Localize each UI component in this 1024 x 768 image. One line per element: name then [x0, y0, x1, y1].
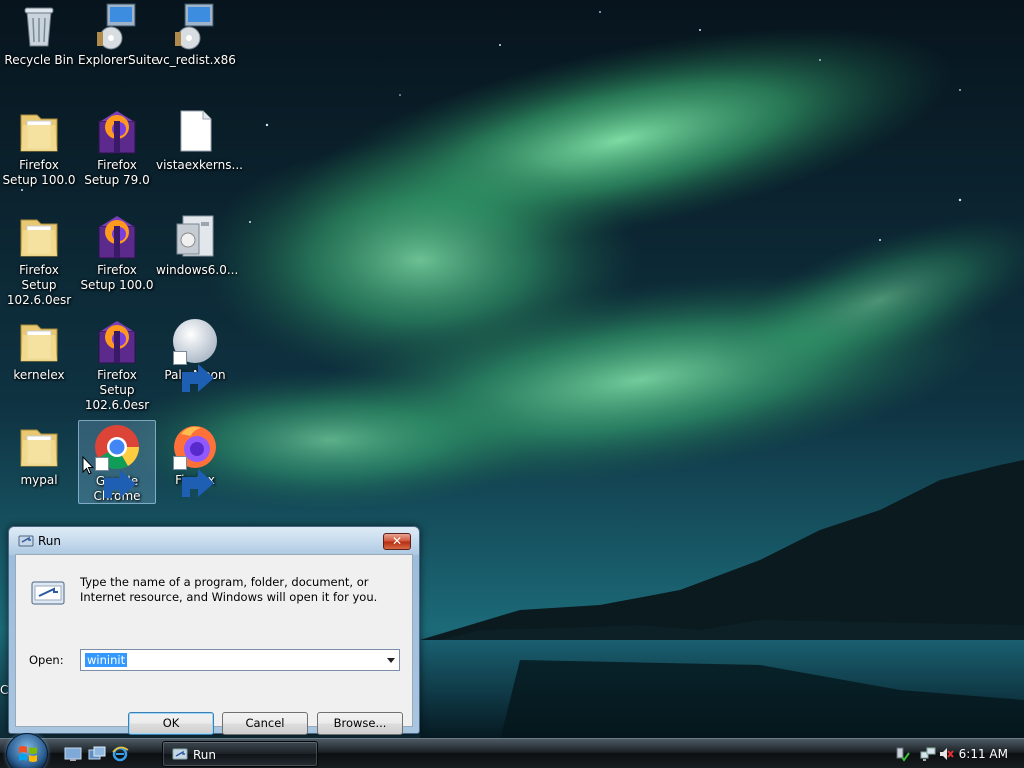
- safely-remove-icon[interactable]: [894, 746, 910, 762]
- installer-icon: [93, 2, 141, 50]
- chevron-down-icon[interactable]: [387, 658, 395, 663]
- taskbar-button-run[interactable]: Run: [162, 741, 318, 767]
- firefox-setup-icon: [93, 107, 141, 155]
- shortcut-arrow-icon: [95, 457, 136, 498]
- firefox-setup-icon: [93, 317, 141, 365]
- run-icon: [172, 748, 188, 760]
- folder-icon: [15, 212, 63, 260]
- desktop-icon-firefox-setup-102-folder[interactable]: Firefox Setup 102.6.0esr: [0, 210, 78, 308]
- desktop-icon-label: Firefox Setup 102.6.0esr: [84, 368, 150, 412]
- run-icon: [18, 535, 34, 547]
- firefox-icon: [171, 422, 219, 497]
- desktop-icon-firefox[interactable]: Firefox: [156, 420, 234, 497]
- desktop-icon-kernelex[interactable]: kernelex: [0, 315, 78, 383]
- update-package-icon: [171, 212, 219, 260]
- recycle-bin-icon: [15, 2, 63, 50]
- desktop-icon-label: ExplorerSuite: [78, 53, 159, 67]
- folder-icon: [15, 317, 63, 365]
- desktop-icon-firefox-setup-102[interactable]: Firefox Setup 102.6.0esr: [78, 315, 156, 413]
- desktop-icon-label: mypal: [20, 473, 58, 487]
- clock[interactable]: 6:11 AM: [959, 747, 1008, 761]
- desktop-icon-label: Firefox Setup 102.6.0esr: [6, 263, 72, 307]
- desktop-icon-label: vistaexkerns...: [156, 158, 243, 172]
- desktop-icon-label: Firefox Setup 100.0: [2, 158, 76, 187]
- run-dialog: Run ✕ Type the name of a program, folder…: [8, 526, 420, 735]
- run-dialog-titlebar[interactable]: Run ✕: [9, 527, 419, 555]
- chrome-icon: [93, 423, 141, 498]
- network-icon[interactable]: [920, 746, 936, 762]
- open-input-value[interactable]: wininit: [85, 653, 128, 667]
- desktop-icon-windows6-update[interactable]: windows6.0...: [156, 210, 239, 278]
- open-combobox[interactable]: wininit: [80, 649, 400, 671]
- desktop-icon-label: Recycle Bin: [4, 53, 74, 67]
- file-icon: [171, 107, 219, 155]
- desktop-icon-label: Firefox Setup 100.0: [80, 263, 154, 292]
- taskbar-button-label: Run: [193, 748, 217, 762]
- mouse-cursor-icon: [82, 455, 95, 476]
- shortcut-arrow-icon: [173, 351, 214, 392]
- volume-muted-icon[interactable]: [938, 746, 954, 762]
- run-dialog-body: Type the name of a program, folder, docu…: [15, 554, 413, 735]
- windows-logo-icon: [19, 746, 37, 762]
- folder-icon: [15, 422, 63, 470]
- ok-button[interactable]: OK: [128, 712, 214, 735]
- start-button[interactable]: [6, 733, 48, 768]
- show-desktop-icon[interactable]: [64, 746, 82, 762]
- desktop-icon-pale-moon[interactable]: Pale Moon: [156, 315, 234, 392]
- desktop-icon-firefox-setup-100[interactable]: Firefox Setup 100.0: [78, 210, 156, 293]
- browse-button[interactable]: Browse...: [317, 712, 403, 735]
- desktop-icon-vc-redist[interactable]: vc_redist.x86: [156, 0, 236, 68]
- firefox-setup-icon: [93, 212, 141, 260]
- shortcut-arrow-icon: [173, 456, 214, 497]
- installer-icon: [171, 2, 219, 50]
- desktop-icon-explorersuite[interactable]: ExplorerSuite: [78, 0, 159, 68]
- run-description: Type the name of a program, folder, docu…: [80, 575, 378, 604]
- desktop-icon-firefox-setup-100-folder[interactable]: Firefox Setup 100.0: [0, 105, 78, 188]
- desktop-icon-label: vc_redist.x86: [156, 53, 236, 67]
- desktop-icon-label: Firefox Setup 79.0: [84, 158, 150, 187]
- taskbar: Run 6:11 AM: [0, 733, 1024, 768]
- switch-windows-icon[interactable]: [88, 746, 106, 762]
- cancel-button[interactable]: Cancel: [222, 712, 308, 735]
- desktop-icon-mypal[interactable]: mypal: [0, 420, 78, 488]
- run-dialog-title: Run: [38, 534, 62, 548]
- internet-explorer-icon[interactable]: [111, 746, 129, 762]
- run-program-icon: [31, 581, 65, 605]
- desktop-icon-vistaexkerns[interactable]: vistaexkerns...: [156, 105, 243, 173]
- desktop-icon-label: kernelex: [13, 368, 65, 382]
- folder-icon: [15, 107, 63, 155]
- close-button[interactable]: ✕: [383, 533, 411, 550]
- system-tray: 6:11 AM: [884, 739, 1024, 768]
- desktop-icon-label: windows6.0...: [156, 263, 239, 277]
- desktop-icon-firefox-setup-79[interactable]: Firefox Setup 79.0: [78, 105, 156, 188]
- desktop-icon-recycle-bin[interactable]: Recycle Bin: [0, 0, 78, 68]
- open-label: Open:: [29, 653, 64, 667]
- pale-moon-icon: [171, 317, 219, 392]
